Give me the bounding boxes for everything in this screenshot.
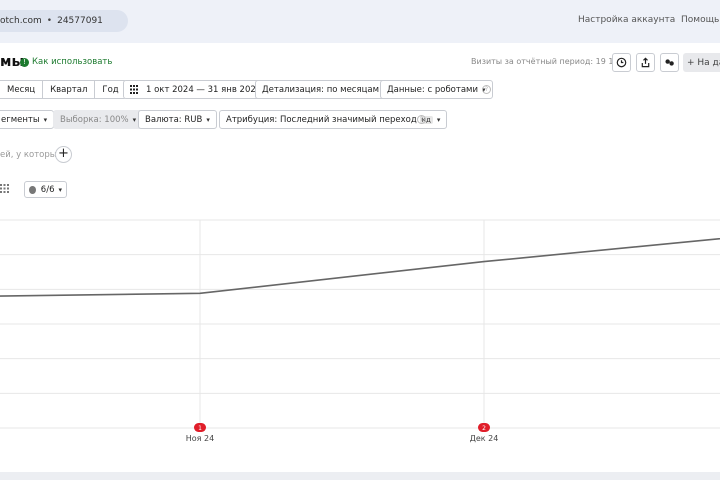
- counter-selector[interactable]: otch.com • 24577091: [0, 10, 128, 32]
- top-bar: otch.com • 24577091 Настройка аккаунта П…: [0, 0, 720, 43]
- separator-dot: •: [46, 16, 53, 26]
- attribution-dropdown[interactable]: Атрибуция: Последний значимый переход кд…: [219, 110, 448, 129]
- report-header: мы ! Как использовать Визиты за отчётный…: [0, 53, 720, 72]
- chevron-down-icon: ▾: [58, 185, 62, 194]
- series-bubble-icon: [29, 185, 36, 194]
- info-icon: !: [20, 57, 29, 67]
- calendar-icon: [130, 85, 138, 94]
- add-to-dashboard-button[interactable]: + На да: [683, 53, 720, 72]
- detail-dropdown[interactable]: Детализация: по месяцам ▾: [255, 80, 394, 99]
- x-tick-label: Ноя 24: [186, 434, 214, 443]
- annotation-label: 2: [482, 425, 486, 432]
- how-to-use-link[interactable]: ! Как использовать: [20, 57, 112, 67]
- counter-id: 24577091: [57, 16, 103, 26]
- grid-icon[interactable]: [0, 184, 9, 193]
- chevron-down-icon: ▾: [436, 115, 441, 124]
- detail-label: Детализация: по месяцам: [262, 84, 379, 95]
- x-tick-label: Дек 24: [470, 434, 499, 443]
- currency-label: Валюта: RUB: [145, 114, 203, 125]
- date-range-button[interactable]: 1 окт 2024 — 31 янв 2025: [123, 80, 269, 99]
- series-selector[interactable]: 6/6 ▾: [24, 181, 67, 198]
- period-quarter-button[interactable]: Квартал: [43, 80, 96, 99]
- series-line[interactable]: [0, 234, 720, 297]
- period-year-button[interactable]: Год: [95, 80, 127, 99]
- date-range-label: 1 окт 2024 — 31 янв 2025: [146, 84, 262, 95]
- plus-icon: +: [58, 146, 69, 161]
- annotation-marker[interactable]: 2: [478, 423, 490, 432]
- history-button[interactable]: [612, 53, 631, 72]
- table-header-strip: [0, 472, 720, 480]
- data-dropdown[interactable]: Данные: с роботами ▾: [380, 80, 493, 99]
- currency-dropdown[interactable]: Валюта: RUB ▾: [138, 110, 217, 129]
- add-condition-button[interactable]: +: [55, 146, 72, 163]
- annotation-marker[interactable]: 1: [194, 423, 206, 432]
- counter-domain: otch.com: [0, 16, 42, 26]
- export-button[interactable]: [636, 53, 655, 72]
- annotation-label: 1: [198, 425, 202, 432]
- how-to-use-label: Как использовать: [32, 57, 113, 67]
- condition-text: ей, у которых: [0, 150, 62, 160]
- help-link[interactable]: Помощь: [681, 15, 719, 25]
- attribution-label: Атрибуция: Последний значимый переход: [226, 114, 417, 125]
- line-chart: Ноя 24 Дек 24 1 2: [0, 219, 720, 443]
- help-icon[interactable]: ?: [417, 115, 426, 124]
- chevron-down-icon: ▾: [43, 115, 48, 124]
- account-settings-link[interactable]: Настройка аккаунта: [578, 15, 675, 25]
- period-selector: Месяц Квартал Год: [0, 80, 127, 99]
- segments-label: егменты: [1, 114, 40, 125]
- data-label: Данные: с роботами: [387, 84, 478, 95]
- sample-label: Выборка: 100%: [60, 114, 129, 125]
- compare-button[interactable]: [660, 53, 679, 72]
- sample-dropdown[interactable]: Выборка: 100% ▾: [53, 110, 144, 129]
- period-month-button[interactable]: Месяц: [0, 80, 44, 99]
- chevron-down-icon: ▾: [132, 115, 137, 124]
- help-icon[interactable]: ?: [482, 85, 491, 94]
- series-count: 6/6: [40, 184, 55, 195]
- chevron-down-icon: ▾: [206, 115, 210, 124]
- visits-summary: Визиты за отчётный период: 19 119: [471, 57, 624, 66]
- share-icon: [641, 57, 650, 68]
- segments-dropdown[interactable]: егменты ▾: [0, 110, 55, 129]
- clock-icon: [616, 57, 627, 68]
- toggle-icon: [665, 59, 674, 66]
